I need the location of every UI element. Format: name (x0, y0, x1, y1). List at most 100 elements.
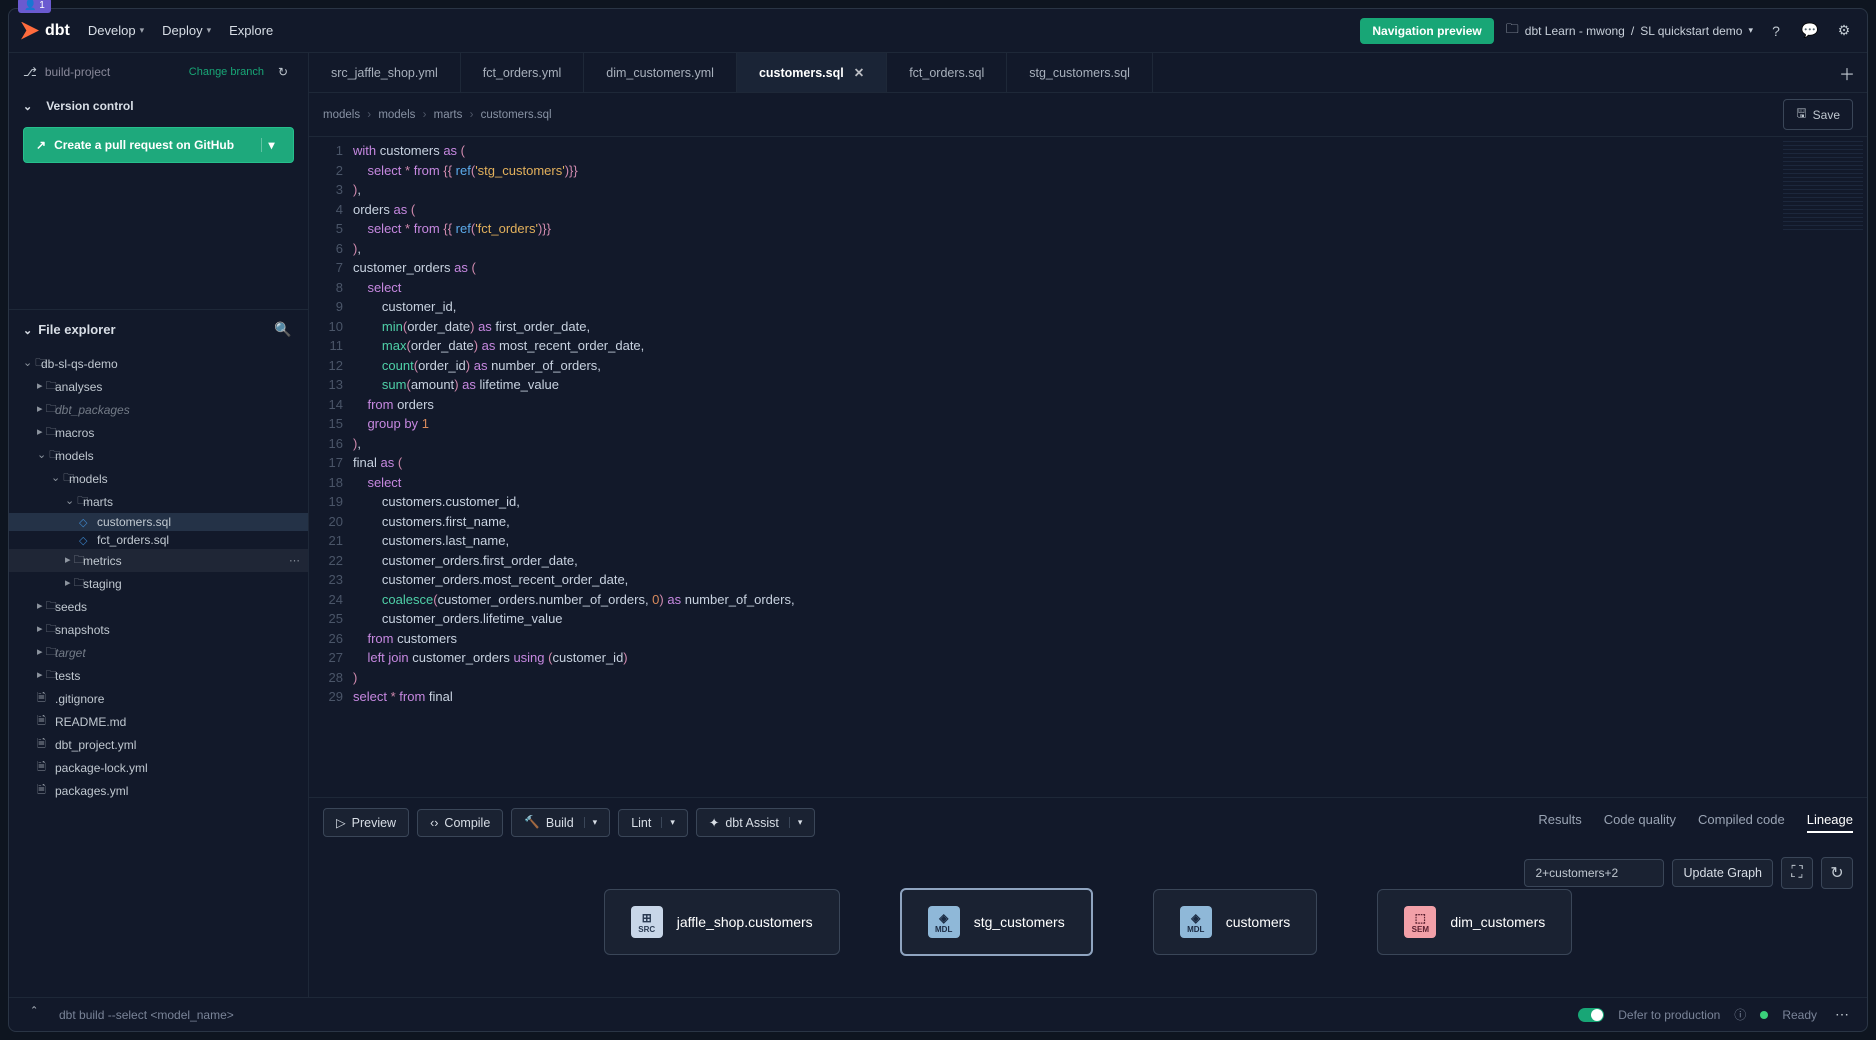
compile-button[interactable]: ‹›Compile (417, 809, 503, 837)
change-branch-link[interactable]: Change branch (189, 66, 264, 78)
create-pr-button[interactable]: ↗ Create a pull request on GitHub ▾ (23, 127, 294, 163)
status-dot-icon (1760, 1011, 1768, 1019)
lineage-node-customers[interactable]: MDLcustomers (1153, 889, 1318, 955)
chevron-down-icon[interactable]: ▾ (261, 138, 281, 152)
results-tab-compiled-code[interactable]: Compiled code (1698, 812, 1785, 833)
new-tab-button[interactable]: ＋ (1827, 61, 1867, 85)
close-icon[interactable]: ✕ (854, 65, 864, 80)
lineage-graph[interactable]: SRCjaffle_shop.customers MDLstg_customers… (309, 847, 1867, 997)
file-package-lock-yml[interactable]: package-lock.yml (9, 756, 308, 779)
chevron-down-icon: ▾ (1748, 25, 1753, 36)
nav-explore[interactable]: Explore (229, 23, 273, 38)
tree-item-label: packages.yml (55, 784, 128, 798)
lineage-node-jaffle-shop-customers[interactable]: SRCjaffle_shop.customers (604, 889, 840, 955)
folder-dbt-packages[interactable]: dbt_packages (9, 398, 308, 421)
lineage-selector-input[interactable] (1524, 859, 1664, 887)
tab-stg-customers-sql[interactable]: stg_customers.sql (1007, 53, 1153, 92)
external-link-icon: ↗ (36, 138, 46, 152)
results-tab-lineage[interactable]: Lineage (1807, 812, 1853, 833)
nav-develop[interactable]: Develop (88, 23, 144, 38)
refresh-icon[interactable]: ↻ (272, 61, 294, 83)
folder-snapshots[interactable]: snapshots (9, 618, 308, 641)
build-button[interactable]: 🔨Build▾ (511, 808, 610, 837)
settings-icon[interactable]: ⚙ (1833, 20, 1855, 42)
tab-customers-sql[interactable]: customers.sql ✕ (737, 53, 887, 92)
pr-button-label: Create a pull request on GitHub (54, 138, 234, 152)
tab-fct-orders-yml[interactable]: fct_orders.yml (461, 53, 585, 92)
file-packages-yml[interactable]: packages.yml (9, 779, 308, 802)
chevron-down-icon[interactable]: ▾ (584, 817, 598, 828)
info-icon[interactable]: ⓘ (1734, 1006, 1746, 1023)
file-fct-orders-sql[interactable]: fct_orders.sql (9, 531, 308, 549)
folder-macros[interactable]: macros (9, 421, 308, 444)
tab-dim-customers-yml[interactable]: dim_customers.yml (584, 53, 737, 92)
folder-metrics[interactable]: metrics⋯ (9, 549, 308, 572)
lineage-node-stg-customers[interactable]: MDLstg_customers (900, 888, 1093, 956)
file-explorer-header[interactable]: ⌄File explorer 🔍 (9, 309, 308, 348)
tab-src-jaffle-shop-yml[interactable]: src_jaffle_shop.yml (309, 53, 461, 92)
chevron-down-icon[interactable]: ▾ (789, 817, 803, 828)
breadcrumb-segment[interactable]: customers.sql (462, 109, 551, 121)
tree-item-label: customers.sql (97, 515, 171, 529)
tab-label: fct_orders.sql (909, 66, 984, 80)
chat-icon[interactable]: 💬 (1799, 20, 1821, 42)
node-badge-icon: SEM (1404, 906, 1436, 938)
save-button[interactable]: 🖫 Save (1783, 99, 1853, 130)
file-customers-sql[interactable]: customers.sql (9, 513, 308, 531)
preview-button[interactable]: ▷Preview (323, 808, 409, 837)
folder-seeds[interactable]: seeds (9, 595, 308, 618)
tab-label: customers.sql (759, 66, 844, 80)
breadcrumb-segment[interactable]: models (360, 109, 415, 121)
file-dbt-project-yml[interactable]: dbt_project.yml (9, 733, 308, 756)
model-icon (79, 516, 91, 529)
file-readme-md[interactable]: README.md (9, 710, 308, 733)
code-content[interactable]: with customers as ( select * from {{ ref… (353, 137, 1867, 797)
file--gitignore[interactable]: .gitignore (9, 687, 308, 710)
folder-target[interactable]: target (9, 641, 308, 664)
help-icon[interactable]: ? (1765, 20, 1787, 42)
ready-label: Ready (1782, 1008, 1817, 1022)
file-icon (37, 758, 49, 777)
folder-tests[interactable]: tests (9, 664, 308, 687)
refresh-icon[interactable]: ↻ (1821, 857, 1853, 889)
folder-staging[interactable]: staging (9, 572, 308, 595)
dbt-assist-button[interactable]: ✦dbt Assist▾ (696, 808, 816, 837)
tree-item-label: tests (55, 669, 80, 683)
lineage-node-dim-customers[interactable]: SEM dim_customers (1377, 889, 1572, 955)
code-editor[interactable]: 1234567891011121314151617181920212223242… (309, 137, 1867, 797)
tree-item-label: db-sl-qs-demo (41, 357, 118, 371)
fullscreen-icon[interactable]: ⛶ (1781, 857, 1813, 889)
project-selector[interactable]: 🗀 dbt Learn - mwong / SL quickstart demo… (1506, 20, 1753, 42)
node-label: dim_customers (1450, 914, 1545, 930)
tab-fct-orders-sql[interactable]: fct_orders.sql (887, 53, 1007, 92)
breadcrumb-segment[interactable]: models (323, 109, 360, 121)
folder-open-icon (51, 469, 63, 488)
file-icon (37, 735, 49, 754)
folder-marts[interactable]: marts (9, 490, 308, 513)
file-explorer-label: File explorer (38, 322, 115, 337)
more-icon[interactable]: ⋯ (1831, 1004, 1853, 1026)
update-graph-button[interactable]: Update Graph (1672, 859, 1773, 887)
navigation-preview-button[interactable]: Navigation preview (1360, 18, 1493, 44)
sidebar: ⎇ build-project Change branch ↻ Version … (9, 53, 309, 997)
results-tab-code-quality[interactable]: Code quality (1604, 812, 1676, 833)
tree-item-label: .gitignore (55, 692, 104, 706)
search-icon[interactable]: 🔍 (272, 318, 294, 340)
minimap[interactable] (1783, 141, 1863, 231)
expand-icon[interactable]: ＾ (23, 1004, 45, 1026)
folder-models[interactable]: models (9, 467, 308, 490)
folder-models[interactable]: models (9, 444, 308, 467)
dbt-logo-icon (21, 22, 39, 40)
results-tab-results[interactable]: Results (1538, 812, 1581, 833)
version-control-header[interactable]: Version control (9, 91, 308, 121)
lint-button[interactable]: Lint▾ (618, 809, 688, 837)
more-icon[interactable]: ⋯ (289, 554, 300, 567)
nav-deploy[interactable]: Deploy (162, 23, 211, 38)
folder-analyses[interactable]: analyses (9, 375, 308, 398)
logo[interactable]: dbt (21, 22, 70, 40)
chevron-down-icon[interactable]: ▾ (661, 817, 675, 828)
defer-toggle[interactable] (1578, 1008, 1604, 1022)
breadcrumb-segment[interactable]: marts (415, 109, 462, 121)
command-hint[interactable]: dbt build --select <model_name> (59, 1008, 234, 1022)
folder-db-sl-qs-demo[interactable]: db-sl-qs-demo (9, 352, 308, 375)
